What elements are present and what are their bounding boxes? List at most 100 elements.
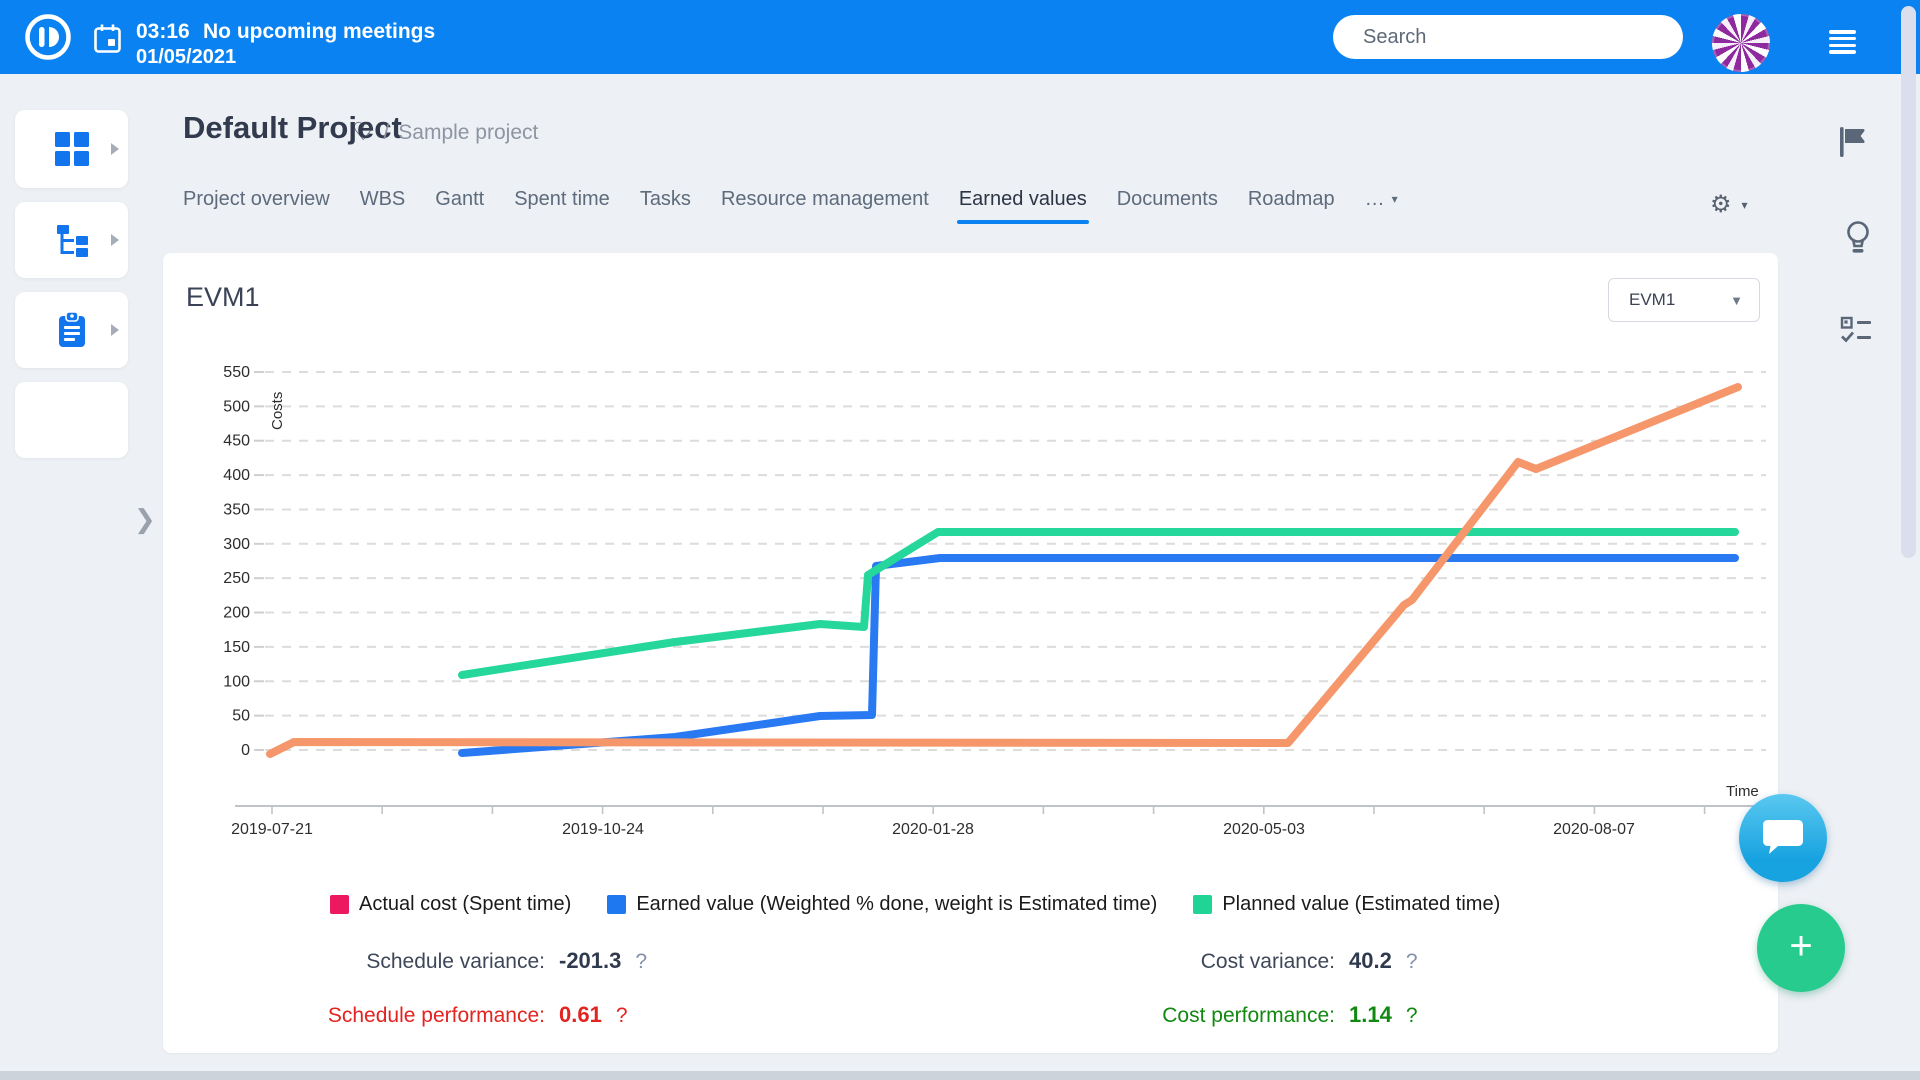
expand-arrow-icon <box>111 143 119 155</box>
search-input[interactable] <box>1333 15 1683 59</box>
add-button[interactable]: + <box>1757 904 1845 992</box>
user-avatar[interactable] <box>1712 14 1770 72</box>
legend-swatch <box>330 895 349 914</box>
schedule-variance-label: Schedule variance: <box>230 950 545 974</box>
tab-spent-time[interactable]: Spent time <box>514 188 610 224</box>
svg-text:0: 0 <box>241 742 250 759</box>
breadcrumb-parent[interactable]: Sample project <box>398 121 538 145</box>
sidebar-card-tasks[interactable] <box>15 292 128 368</box>
svg-text:300: 300 <box>223 536 250 553</box>
schedule-variance-value: -201.3 <box>559 948 621 974</box>
svg-text:150: 150 <box>223 639 250 656</box>
tab-bar: Project overview WBS Gantt Spent time Tasks R… <box>183 188 1398 224</box>
chat-button[interactable] <box>1739 794 1827 882</box>
svg-text:500: 500 <box>223 398 250 415</box>
cost-variance-row: Cost variance: 40.2 ? <box>1020 948 1418 974</box>
legend-swatch <box>607 895 626 914</box>
chart-legend: Actual cost (Spent time) Earned value (We… <box>330 893 1500 916</box>
schedule-performance-row: Schedule performance: 0.61 ? <box>230 1002 628 1028</box>
sidebar-card-empty[interactable] <box>15 382 128 458</box>
legend-item[interactable]: Actual cost (Spent time) <box>330 893 571 916</box>
svg-text:2019-10-24: 2019-10-24 <box>562 821 644 838</box>
current-date: 01/05/2021 <box>136 46 236 69</box>
settings-menu[interactable]: ⚙ ▾ <box>1710 190 1748 219</box>
evm-selector-dropdown[interactable]: EVM1 ▼ <box>1608 278 1760 322</box>
hamburger-menu-icon[interactable] <box>1829 30 1856 57</box>
schedule-performance-label: Schedule performance: <box>230 1004 545 1028</box>
legend-label: Earned value (Weighted % done, weight is… <box>636 893 1157 916</box>
dashboard-icon <box>55 132 89 166</box>
plus-icon: + <box>1789 926 1812 966</box>
wbs-tree-icon <box>55 223 89 257</box>
help-icon[interactable]: ? <box>635 950 647 974</box>
svg-text:450: 450 <box>223 433 250 450</box>
svg-text:2019-07-21: 2019-07-21 <box>231 821 313 838</box>
favorite-heart-icon[interactable]: ♡ <box>352 120 374 145</box>
help-icon[interactable]: ? <box>616 1004 628 1028</box>
cost-variance-value: 40.2 <box>1349 948 1392 974</box>
svg-text:100: 100 <box>223 673 250 690</box>
series-line <box>462 558 1735 753</box>
app-window: 03:16 No upcoming meetings 01/05/2021 <box>0 0 1920 1080</box>
clipboard-icon <box>55 312 89 348</box>
tab-[interactable]: …▾ <box>1365 188 1398 224</box>
svg-text:2020-05-03: 2020-05-03 <box>1223 821 1305 838</box>
legend-label: Actual cost (Spent time) <box>359 893 571 916</box>
expand-arrow-icon <box>111 234 119 246</box>
tab-resource-management[interactable]: Resource management <box>721 188 929 224</box>
chevron-down-icon: ▼ <box>1730 293 1743 308</box>
breadcrumb-separator: / <box>383 121 389 145</box>
legend-label: Planned value (Estimated time) <box>1222 893 1500 916</box>
svg-text:2020-08-07: 2020-08-07 <box>1553 821 1635 838</box>
help-icon[interactable]: ? <box>1406 1004 1418 1028</box>
tab-documents[interactable]: Documents <box>1117 188 1218 224</box>
chat-bubble-icon <box>1762 818 1804 858</box>
evm-chart: 0 50 100 150 200 250 300 350 400 450 500 550 2019-07… <box>170 330 1790 890</box>
tab-gantt[interactable]: Gantt <box>435 188 484 224</box>
calendar-icon[interactable] <box>94 24 122 54</box>
svg-text:350: 350 <box>223 501 250 518</box>
svg-text:50: 50 <box>232 708 250 725</box>
evm-selector-value: EVM1 <box>1629 290 1675 310</box>
meetings-status: No upcoming meetings <box>203 20 435 44</box>
vertical-scrollbar[interactable] <box>1901 6 1916 558</box>
svg-text:400: 400 <box>223 467 250 484</box>
lightbulb-icon[interactable] <box>1842 220 1874 254</box>
schedule-performance-value: 0.61 <box>559 1002 602 1028</box>
cost-performance-label: Cost performance: <box>1020 1004 1335 1028</box>
svg-text:550: 550 <box>223 364 250 381</box>
clock-time: 03:16 <box>136 20 190 44</box>
horizontal-scrollbar[interactable] <box>0 1071 1920 1080</box>
svg-text:250: 250 <box>223 570 250 587</box>
legend-item[interactable]: Planned value (Estimated time) <box>1193 893 1500 916</box>
series-line <box>270 387 1738 754</box>
expand-arrow-icon <box>111 324 119 336</box>
tab-tasks[interactable]: Tasks <box>640 188 691 224</box>
gear-icon: ⚙ <box>1710 190 1732 219</box>
svg-text:Time: Time <box>1726 783 1759 800</box>
flag-icon[interactable] <box>1838 126 1868 158</box>
chart-title: EVM1 <box>186 282 260 313</box>
sidebar-expand-chevron-icon[interactable]: ❯ <box>134 504 156 535</box>
svg-text:200: 200 <box>223 605 250 622</box>
help-icon[interactable]: ? <box>1406 950 1418 974</box>
sidebar-card-wbs[interactable] <box>15 202 128 278</box>
checklist-icon[interactable] <box>1840 316 1872 344</box>
tab-wbs[interactable]: WBS <box>360 188 406 224</box>
legend-item[interactable]: Earned value (Weighted % done, weight is… <box>607 893 1157 916</box>
cost-variance-label: Cost variance: <box>1020 950 1335 974</box>
schedule-variance-row: Schedule variance: -201.3 ? <box>230 948 647 974</box>
breadcrumb: ♡ / Sample project <box>352 120 538 145</box>
top-bar: 03:16 No upcoming meetings 01/05/2021 <box>0 0 1920 74</box>
chevron-down-icon: ▾ <box>1742 198 1748 212</box>
chevron-down-icon: ▾ <box>1392 192 1398 206</box>
tab-earned-values[interactable]: Earned values <box>959 188 1087 224</box>
tab-roadmap[interactable]: Roadmap <box>1248 188 1335 224</box>
tab-project-overview[interactable]: Project overview <box>183 188 330 224</box>
cost-performance-row: Cost performance: 1.14 ? <box>1020 1002 1418 1028</box>
cost-performance-value: 1.14 <box>1349 1002 1392 1028</box>
app-logo-icon[interactable] <box>24 13 72 61</box>
sidebar-card-dashboard[interactable] <box>15 110 128 188</box>
legend-swatch <box>1193 895 1212 914</box>
svg-text:2020-01-28: 2020-01-28 <box>892 821 974 838</box>
